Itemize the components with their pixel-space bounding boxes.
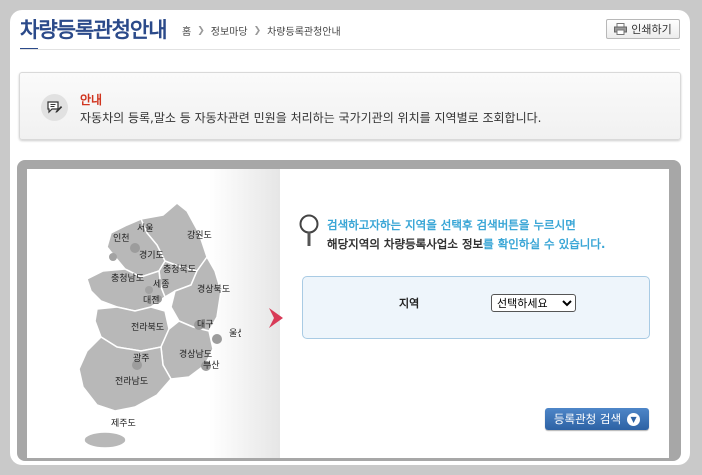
map-label-chungbuk[interactable]: 충청북도: [163, 264, 196, 275]
header-divider: [20, 49, 680, 50]
map-label-gyeongbuk[interactable]: 경상북도: [197, 283, 230, 295]
page-title: 차량등록관청안내: [20, 18, 168, 42]
print-label: 인쇄하기: [631, 23, 672, 36]
search-page: 검색하고자하는 지역을 선택후 검색버튼을 누르시면 해당지역의 차량등록사업소…: [280, 169, 669, 458]
region-select[interactable]: 선택하세요: [491, 294, 576, 312]
breadcrumb-section[interactable]: 정보마당: [211, 23, 248, 38]
print-button[interactable]: 인쇄하기: [606, 19, 680, 39]
guide-line-2-strong: 해당지역의 차량등록사업소 정보: [327, 237, 484, 251]
map-label-incheon[interactable]: 인천: [113, 233, 130, 244]
map-label-jeonbuk[interactable]: 전라북도: [131, 322, 164, 333]
chevron-down-icon: ▼: [627, 412, 641, 426]
map-label-seoul[interactable]: 서울: [137, 223, 154, 234]
notice-text: 자동차의 등록,말소 등 자동차관련 민원을 처리하는 국가기관의 위치를 지역…: [80, 111, 542, 125]
breadcrumb: 홈 ❯ 정보마당 ❯ 차량등록관청안내: [182, 23, 341, 39]
region-label: 지역: [399, 297, 420, 310]
notice-box: 안내 자동차의 등록,말소 등 자동차관련 민원을 처리하는 국가기관의 위치를…: [19, 72, 681, 140]
map-label-gyeonggi[interactable]: 경기도: [139, 249, 164, 261]
map-label-chungnam[interactable]: 충청남도: [111, 273, 144, 284]
region-jeju[interactable]: [83, 431, 127, 449]
notice-title: 안내: [80, 93, 103, 107]
map-label-daejeon[interactable]: 대전: [143, 295, 160, 306]
map-label-busan[interactable]: 부산: [203, 360, 220, 371]
breadcrumb-current: 차량등록관청안내: [267, 27, 341, 38]
map-label-gangwon[interactable]: 강원도: [187, 230, 212, 241]
magnifier-icon: [299, 214, 319, 246]
search-button[interactable]: 등록관청 검색 ▼: [545, 408, 649, 430]
map-label-jeonnam[interactable]: 전라남도: [115, 376, 148, 387]
chevron-right-icon: ❯: [253, 25, 262, 36]
arrow-right-icon: [269, 308, 283, 328]
guide-text: 검색하고자하는 지역을 선택후 검색버튼을 누르시면 해당지역의 차량등록사업소…: [298, 214, 605, 252]
chevron-right-icon: ❯: [197, 25, 205, 36]
map-label-gwangju[interactable]: 광주: [133, 352, 150, 364]
breadcrumb-home[interactable]: 홈: [182, 23, 191, 38]
map-label-gyeongnam[interactable]: 경상남도: [179, 348, 212, 360]
search-form: 지역 선택하세요: [302, 276, 650, 339]
page: 차량등록관청안내 홈 ❯ 정보마당 ❯ 차량등록관청안내 인쇄하기 안내 자동차…: [10, 10, 690, 465]
search-panel: 서울 인천 강원도 경기도 충청북도 충청남도 세종 대전 경상북도 전라북도 …: [17, 160, 681, 461]
region-jeonnam[interactable]: [78, 336, 172, 412]
search-button-label: 등록관청 검색: [553, 412, 622, 426]
korea-map: 서울 인천 강원도 경기도 충청북도 충청남도 세종 대전 경상북도 전라북도 …: [78, 202, 241, 449]
notice-icon: [41, 94, 68, 121]
map-label-ulsan[interactable]: 울산: [229, 328, 241, 339]
map-page: 서울 인천 강원도 경기도 충청북도 충청남도 세종 대전 경상북도 전라북도 …: [27, 169, 280, 458]
map-label-jeju[interactable]: 제주도: [111, 418, 136, 429]
guide-line-1: 검색하고자하는 지역을 선택후 검색버튼을 누르시면: [327, 218, 576, 232]
map-label-sejong[interactable]: 세종: [153, 279, 170, 290]
guide-line-2-rest: 를 확인하실 수 있습니다.: [483, 237, 606, 251]
guide-line-2: 해당지역의 차량등록사업소 정보를 확인하실 수 있습니다.: [327, 236, 605, 252]
map-label-daegu[interactable]: 대구: [197, 319, 214, 330]
printer-icon: [614, 23, 628, 35]
